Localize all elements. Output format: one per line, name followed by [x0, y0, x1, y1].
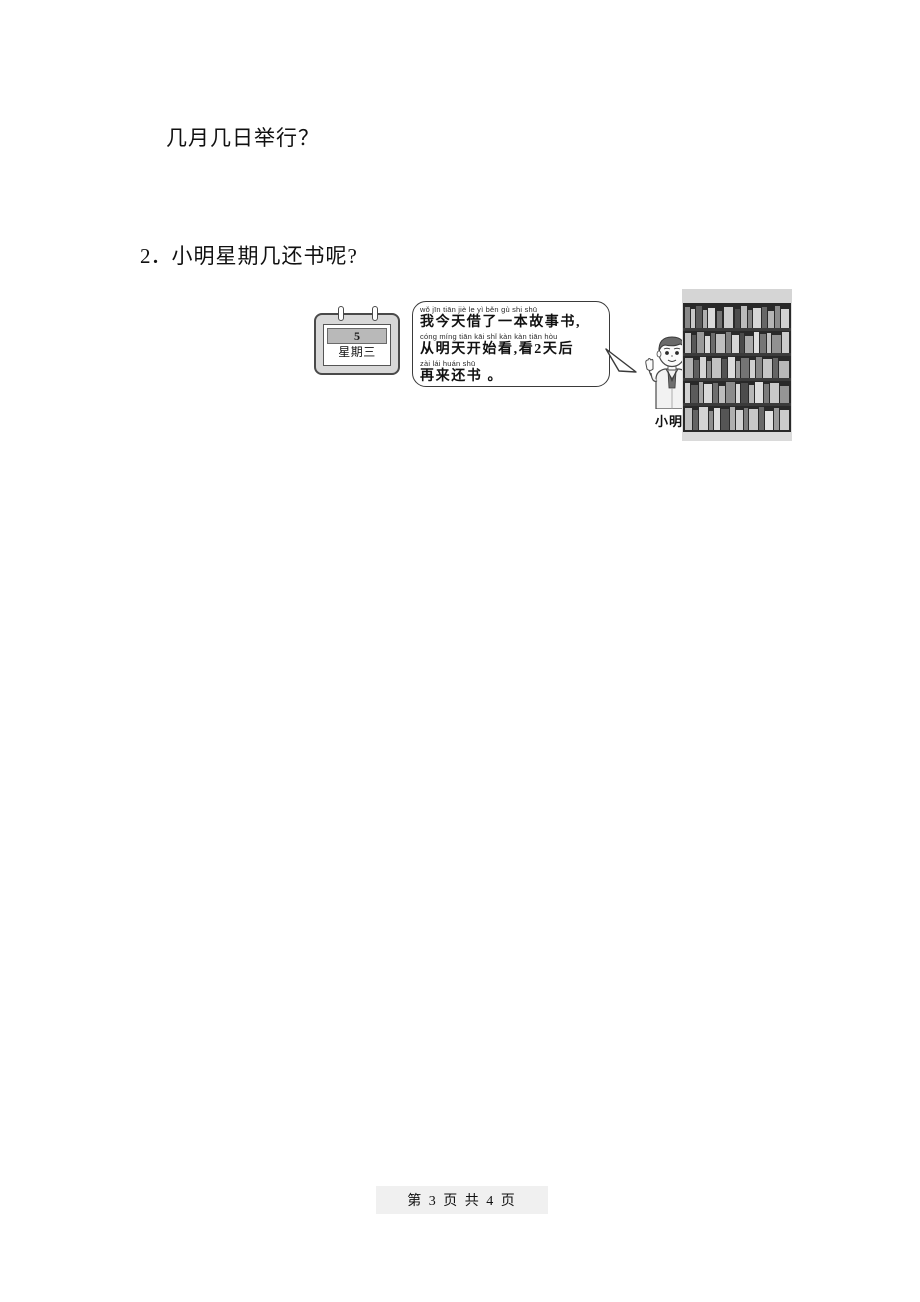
- speech-bubble-tail-icon: [605, 348, 637, 373]
- bubble-line-1-hanzi: 我今天借了一本故事书,: [420, 315, 582, 330]
- calendar-illustration: 5 星期三: [314, 306, 400, 375]
- worksheet-page: 几月几日举行？ 2．小明星期几还书呢? 5 星期三 wǒ jīn tiān ji…: [0, 0, 920, 1302]
- calendar-clip-left-icon: [338, 306, 344, 321]
- illustration-group: 5 星期三 wǒ jīn tiān jiè le yì běn gù shi s…: [300, 285, 800, 450]
- bubble-line-1-pinyin: wǒ jīn tiān jiè le yì běn gù shi shū: [420, 305, 538, 314]
- bubble-line-3-hanzi: 再来还书 。: [420, 369, 504, 384]
- question-2: 2．小明星期几还书呢?: [140, 240, 358, 270]
- calendar-weekday: 星期三: [338, 345, 376, 359]
- calendar-day-number: 5: [327, 328, 387, 344]
- bubble-line-2-pinyin: cóng míng tiān kāi shǐ kàn kàn tiān hòu: [420, 332, 558, 341]
- question-2-text: 小明星期几还书呢?: [171, 244, 358, 268]
- bubble-line-2-hanzi: 从明天开始看,看2天后: [420, 342, 575, 357]
- calendar-inner-panel: 5 星期三: [323, 324, 391, 366]
- question-carryover-line: 几月几日举行？: [166, 126, 320, 150]
- bookshelf-photo: [682, 289, 792, 441]
- bubble-line-3: zài lái huán shū 再来还书 。: [420, 359, 603, 386]
- page-footer: 第 3 页 共 4 页: [407, 1194, 517, 1209]
- bubble-line-2: cóng míng tiān kāi shǐ kàn kàn tiān hòu …: [420, 332, 603, 359]
- bubble-line-3-pinyin: zài lái huán shū: [420, 359, 476, 368]
- question-2-number: 2．: [140, 244, 172, 268]
- speech-bubble: wǒ jīn tiān jiè le yì běn gù shi shū 我今天…: [412, 301, 610, 387]
- bubble-line-1: wǒ jīn tiān jiè le yì běn gù shi shū 我今天…: [420, 305, 603, 332]
- calendar-clip-right-icon: [372, 306, 378, 321]
